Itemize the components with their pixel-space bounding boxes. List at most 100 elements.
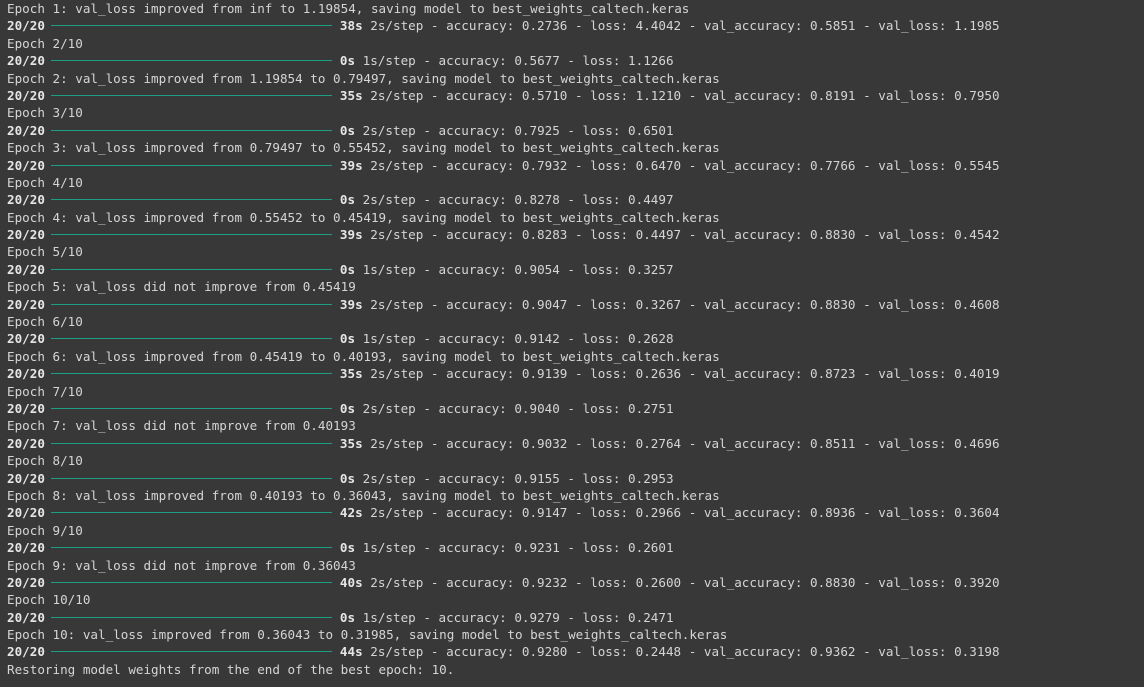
progress-elapsed-time: 35s — [339, 87, 363, 103]
progress-elapsed-time: 0s — [339, 331, 356, 347]
log-line: Epoch 8: val_loss improved from 0.40193 … — [7, 487, 720, 503]
progress-line: 20/20 39s 2s/step - accuracy: 0.7932 - lo… — [7, 157, 1137, 174]
progress-elapsed-time: 35s — [339, 435, 363, 451]
progress-bar — [50, 25, 332, 27]
progress-step-count: 20/20 — [7, 157, 45, 173]
progress-metrics: 2s/step - accuracy: 0.7932 - loss: 0.647… — [362, 157, 1000, 173]
progress-bar — [50, 60, 332, 62]
log-line: Epoch 7/10 — [7, 383, 83, 399]
progress-elapsed-time: 39s — [339, 157, 363, 173]
log-line: Epoch 5: val_loss did not improve from 0… — [7, 279, 356, 295]
progress-elapsed-time: 0s — [339, 609, 356, 625]
progress-elapsed-time: 0s — [339, 261, 356, 277]
progress-elapsed-time: 35s — [339, 366, 363, 382]
progress-line: 20/20 35s 2s/step - accuracy: 0.9032 - lo… — [7, 435, 1137, 452]
log-line: Epoch 6/10 — [7, 314, 83, 330]
progress-line: 20/20 0s 1s/step - accuracy: 0.9279 - los… — [7, 609, 1137, 626]
progress-step-count: 20/20 — [7, 400, 45, 416]
progress-metrics: 2s/step - accuracy: 0.9155 - loss: 0.295… — [355, 470, 674, 486]
log-line: Epoch 9: val_loss did not improve from 0… — [7, 557, 356, 573]
log-line: Epoch 8/10 — [7, 453, 83, 469]
progress-line: 20/20 0s 2s/step - accuracy: 0.9040 - los… — [7, 400, 1137, 417]
progress-line: 20/20 35s 2s/step - accuracy: 0.5710 - lo… — [7, 87, 1137, 104]
progress-bar — [50, 512, 332, 514]
progress-step-count: 20/20 — [7, 366, 45, 382]
progress-bar — [50, 303, 332, 305]
progress-metrics: 2s/step - accuracy: 0.5710 - loss: 1.121… — [362, 87, 1000, 103]
progress-bar — [50, 268, 332, 270]
progress-elapsed-time: 44s — [339, 644, 363, 660]
progress-line: 20/20 40s 2s/step - accuracy: 0.9232 - lo… — [7, 574, 1137, 591]
progress-step-count: 20/20 — [7, 644, 45, 660]
progress-bar — [50, 129, 332, 131]
progress-elapsed-time: 0s — [339, 470, 356, 486]
progress-step-count: 20/20 — [7, 505, 45, 521]
log-line: Epoch 5/10 — [7, 244, 83, 260]
progress-metrics: 1s/step - accuracy: 0.5677 - loss: 1.126… — [355, 53, 674, 69]
progress-metrics: 2s/step - accuracy: 0.9139 - loss: 0.263… — [362, 366, 1000, 382]
log-line: Restoring model weights from the end of … — [7, 661, 455, 677]
progress-elapsed-time: 40s — [339, 574, 363, 590]
progress-step-count: 20/20 — [7, 87, 45, 103]
log-line: Epoch 9/10 — [7, 522, 83, 538]
progress-line: 20/20 0s 1s/step - accuracy: 0.5677 - los… — [7, 52, 1137, 69]
progress-bar — [50, 547, 332, 549]
progress-bar — [50, 407, 332, 409]
log-line: Epoch 2: val_loss improved from 1.19854 … — [7, 70, 720, 86]
log-line: Epoch 4: val_loss improved from 0.55452 … — [7, 209, 720, 225]
progress-step-count: 20/20 — [7, 192, 45, 208]
progress-elapsed-time: 0s — [339, 122, 356, 138]
progress-line: 20/20 0s 1s/step - accuracy: 0.9142 - los… — [7, 330, 1137, 347]
progress-line: 20/20 44s 2s/step - accuracy: 0.9280 - lo… — [7, 643, 1137, 660]
progress-bar — [50, 477, 332, 479]
log-line: Epoch 3/10 — [7, 105, 83, 121]
progress-metrics: 2s/step - accuracy: 0.9147 - loss: 0.296… — [362, 505, 1000, 521]
progress-metrics: 1s/step - accuracy: 0.9231 - loss: 0.260… — [355, 540, 674, 556]
log-line: Epoch 4/10 — [7, 174, 83, 190]
progress-bar — [50, 581, 332, 583]
progress-line: 20/20 39s 2s/step - accuracy: 0.9047 - lo… — [7, 296, 1137, 313]
progress-elapsed-time: 0s — [339, 192, 356, 208]
progress-step-count: 20/20 — [7, 331, 45, 347]
progress-line: 20/20 0s 2s/step - accuracy: 0.8278 - los… — [7, 191, 1137, 208]
progress-metrics: 2s/step - accuracy: 0.9232 - loss: 0.260… — [362, 574, 1000, 590]
progress-elapsed-time: 0s — [339, 400, 356, 416]
progress-step-count: 20/20 — [7, 540, 45, 556]
training-log-output: Epoch 1: val_loss improved from inf to 1… — [7, 0, 1137, 678]
progress-elapsed-time: 0s — [339, 540, 356, 556]
progress-metrics: 1s/step - accuracy: 0.9279 - loss: 0.247… — [355, 609, 674, 625]
progress-line: 20/20 0s 2s/step - accuracy: 0.9155 - los… — [7, 470, 1137, 487]
progress-step-count: 20/20 — [7, 296, 45, 312]
progress-metrics: 2s/step - accuracy: 0.9047 - loss: 0.326… — [362, 296, 1000, 312]
progress-elapsed-time: 39s — [339, 227, 363, 243]
progress-line: 20/20 35s 2s/step - accuracy: 0.9139 - lo… — [7, 365, 1137, 382]
progress-step-count: 20/20 — [7, 470, 45, 486]
progress-line: 20/20 0s 1s/step - accuracy: 0.9054 - los… — [7, 261, 1137, 278]
progress-bar — [50, 651, 332, 653]
progress-step-count: 20/20 — [7, 435, 45, 451]
progress-step-count: 20/20 — [7, 18, 45, 34]
progress-metrics: 2s/step - accuracy: 0.7925 - loss: 0.650… — [355, 122, 674, 138]
progress-line: 20/20 39s 2s/step - accuracy: 0.8283 - lo… — [7, 226, 1137, 243]
progress-bar — [50, 94, 332, 96]
progress-line: 20/20 38s 2s/step - accuracy: 0.2736 - lo… — [7, 17, 1137, 34]
progress-elapsed-time: 0s — [339, 53, 356, 69]
progress-metrics: 1s/step - accuracy: 0.9142 - loss: 0.262… — [355, 331, 674, 347]
progress-bar — [50, 442, 332, 444]
progress-line: 20/20 42s 2s/step - accuracy: 0.9147 - lo… — [7, 504, 1137, 521]
progress-metrics: 2s/step - accuracy: 0.8278 - loss: 0.449… — [355, 192, 674, 208]
log-line: Epoch 1: val_loss improved from inf to 1… — [7, 1, 690, 16]
progress-metrics: 2s/step - accuracy: 0.9040 - loss: 0.275… — [355, 400, 674, 416]
progress-metrics: 1s/step - accuracy: 0.9054 - loss: 0.325… — [355, 261, 674, 277]
log-line: Epoch 2/10 — [7, 35, 83, 51]
progress-step-count: 20/20 — [7, 609, 45, 625]
log-line: Epoch 7: val_loss did not improve from 0… — [7, 418, 356, 434]
progress-elapsed-time: 39s — [339, 296, 363, 312]
progress-metrics: 2s/step - accuracy: 0.2736 - loss: 4.404… — [362, 18, 1000, 34]
log-line: Epoch 6: val_loss improved from 0.45419 … — [7, 348, 720, 364]
progress-bar — [50, 338, 332, 340]
progress-metrics: 2s/step - accuracy: 0.8283 - loss: 0.449… — [362, 227, 1000, 243]
progress-elapsed-time: 38s — [339, 18, 363, 34]
progress-bar — [50, 616, 332, 618]
log-line: Epoch 10/10 — [7, 592, 91, 608]
